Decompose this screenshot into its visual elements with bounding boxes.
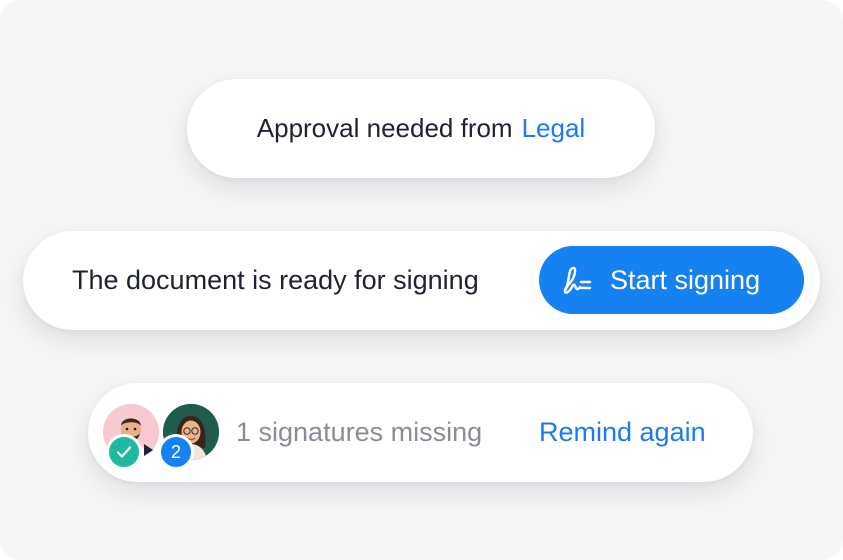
arrow-icon	[144, 444, 153, 456]
approval-text: Approval needed from	[256, 113, 513, 143]
signer-order-badge: 2	[158, 434, 194, 470]
signing-status-text: The document is ready for signing	[72, 265, 479, 295]
signing-ready-bar: The document is ready for signing Start …	[23, 231, 820, 330]
background-canvas: Approval needed from Legal The document …	[0, 0, 843, 560]
check-icon	[106, 434, 142, 470]
signatures-status-bar: 2 1 signatures missing Remind again	[88, 383, 753, 482]
start-signing-label: Start signing	[610, 265, 761, 295]
remind-again-link[interactable]: Remind again	[539, 383, 706, 482]
signatures-missing-text: 1 signatures missing	[236, 417, 483, 447]
signature-icon	[561, 265, 593, 295]
start-signing-button[interactable]: Start signing	[539, 246, 804, 314]
approval-team-link[interactable]: Legal	[522, 113, 586, 144]
approval-notice: Approval needed from Legal	[187, 79, 655, 178]
